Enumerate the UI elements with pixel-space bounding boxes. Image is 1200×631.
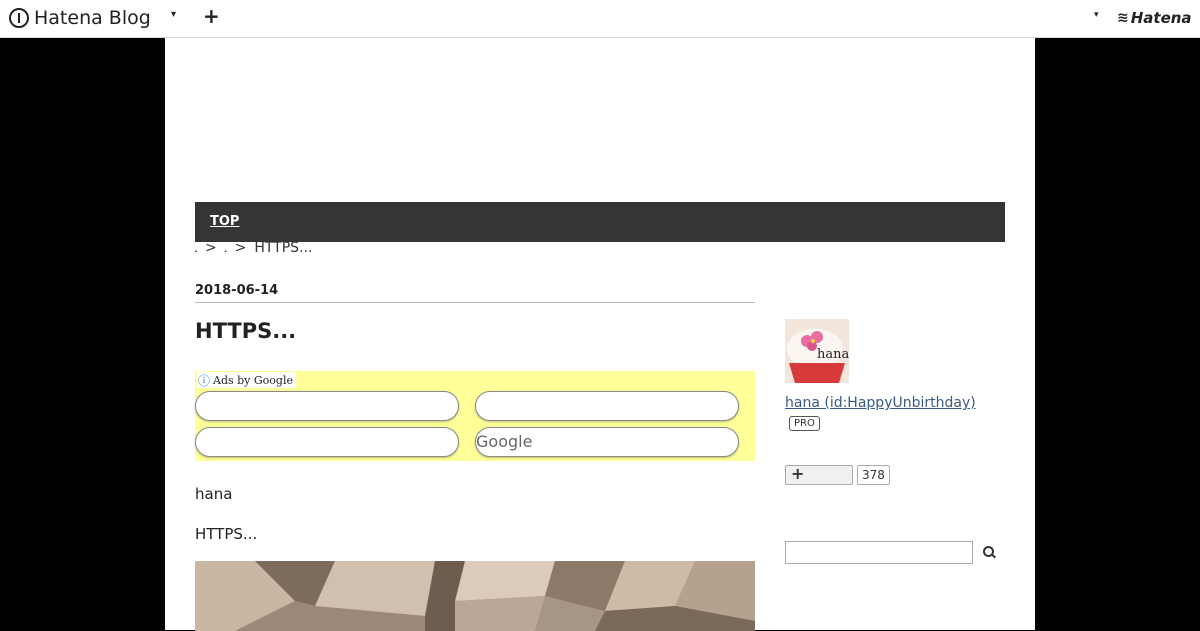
breadcrumb-separator: > (204, 240, 217, 256)
hatena-logo-icon (9, 8, 29, 28)
avatar[interactable]: hana (785, 319, 849, 383)
entry-main: 2018-06-14 HTTPS... ⓘ Ads by Google Goog… (195, 283, 755, 631)
profile-link[interactable]: hana (id:HappyUnbirthday) (785, 395, 1005, 411)
blog-menu-chevron-down-icon[interactable]: ▾ (171, 9, 176, 20)
entry-body-text: HTTPS... (195, 525, 258, 543)
add-entry-plus-icon[interactable]: + (203, 4, 220, 28)
subscribe-button[interactable]: + (785, 464, 853, 485)
pro-badge: PRO (789, 416, 820, 431)
entry-date[interactable]: 2018-06-14 (195, 283, 755, 303)
account-menu-chevron-down-icon[interactable]: ▾ (1094, 10, 1099, 20)
nav-top-link[interactable]: TOP (210, 214, 239, 229)
ad-link-button[interactable] (195, 391, 459, 421)
hatena-link[interactable]: ≋ Hatena (1117, 9, 1192, 27)
subscribe-row: + 378 (785, 464, 1005, 485)
blog-container: TOP ˌ > ˌ > HTTPS... 2018-06-14 HTTPS...… (165, 38, 1035, 631)
hatena-wave-icon: ≋ (1117, 10, 1129, 26)
info-icon: ⓘ (198, 373, 211, 388)
entry-image-wooden-blocks (195, 561, 755, 631)
search-icon[interactable] (981, 545, 997, 561)
entry-title: HTTPS... (195, 319, 297, 343)
hatena-text: Hatena (1130, 9, 1192, 27)
breadcrumb-separator: > (234, 240, 247, 256)
breadcrumb-link-2[interactable]: ˌ (225, 244, 227, 252)
entry-body-author: hana (195, 485, 233, 503)
avatar-text: hana (817, 347, 849, 362)
global-header: Hatena Blog ▾ + ▾ ≋ Hatena (0, 0, 1200, 38)
sidebar: hana hana (id:HappyUnbirthday) PRO + 378 (785, 319, 1005, 564)
logo-text: Hatena Blog (34, 7, 151, 29)
breadcrumb: ˌ > ˌ > HTTPS... (195, 240, 312, 256)
breadcrumb-link-1[interactable]: ˌ (195, 244, 197, 252)
search-form (785, 541, 1005, 564)
global-nav: TOP (195, 202, 1005, 242)
subscriber-count[interactable]: 378 (857, 465, 890, 485)
ad-link-button[interactable] (475, 391, 739, 421)
ad-link-button[interactable] (195, 427, 459, 457)
ads-by-google-label[interactable]: ⓘ Ads by Google (197, 372, 296, 388)
plus-icon: + (791, 464, 805, 483)
breadcrumb-current: HTTPS... (254, 240, 313, 256)
ads-label-text: Ads by Google (213, 373, 293, 387)
wooden-blocks-image (195, 561, 755, 631)
hatena-blog-logo[interactable]: Hatena Blog (9, 6, 151, 30)
ad-google-search-button[interactable]: Google (475, 427, 739, 457)
search-input[interactable] (785, 541, 973, 564)
google-ad-box: ⓘ Ads by Google Google (195, 371, 755, 461)
search-icon-handle (991, 553, 996, 558)
